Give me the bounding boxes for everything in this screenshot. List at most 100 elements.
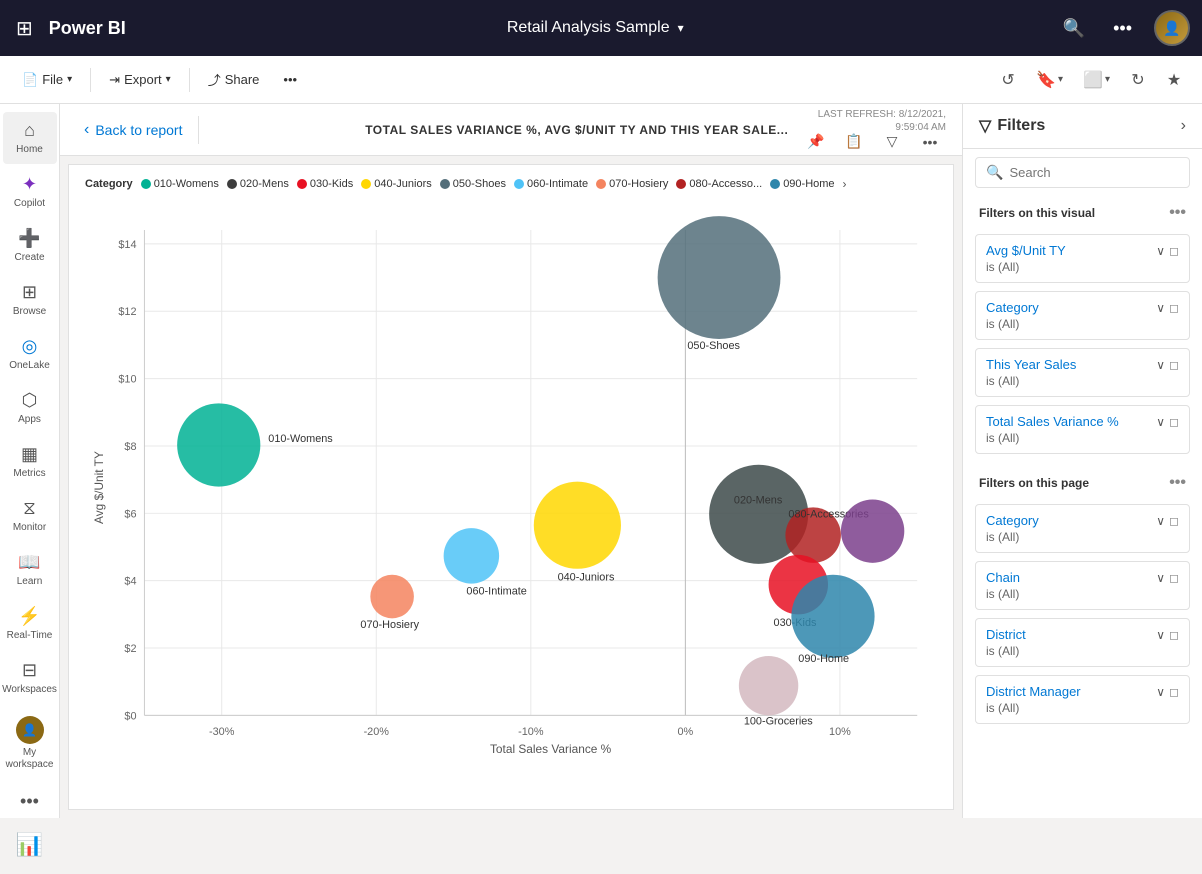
filter-chevron-tys[interactable]: ∨ [1156,358,1165,372]
filter-page-chain-header: Chain ∨ ◻ [986,570,1179,585]
filter-page-dist-value: is (All) [986,644,1179,658]
filter-clear-avg[interactable]: ◻ [1169,244,1179,258]
sidebar-item-metrics[interactable]: ▦ Metrics [3,436,57,488]
filter-search-input[interactable] [1009,165,1179,180]
filter-chevron-avg[interactable]: ∨ [1156,244,1165,258]
back-chevron-icon: ‹ [84,121,89,139]
filter-page-chain-name: Chain [986,570,1020,585]
filters-expand-icon[interactable]: › [1181,117,1186,135]
filter-clear-category[interactable]: ◻ [1169,301,1179,315]
filter-clear-tys[interactable]: ◻ [1169,358,1179,372]
file-button[interactable]: 📄 File ▾ [12,68,82,92]
filter-chevron-category[interactable]: ∨ [1156,301,1165,315]
sidebar-item-workspaces[interactable]: ⊟ Workspaces [3,652,57,704]
filter-page-dist-header: District ∨ ◻ [986,627,1179,642]
filter-page-chain-clear[interactable]: ◻ [1169,571,1179,585]
more-visual-icon[interactable]: ••• [914,126,946,158]
filter-page-chain[interactable]: Chain ∨ ◻ is (All) [975,561,1190,610]
home-icon: ⌂ [24,120,35,141]
bubble-home[interactable] [791,575,874,658]
filter-controls-avg: ∨ ◻ [1156,244,1179,258]
filter-page-dm-clear[interactable]: ◻ [1169,685,1179,699]
sidebar-item-home[interactable]: ⌂ Home [3,112,57,164]
filter-item-this-year-sales[interactable]: This Year Sales ∨ ◻ is (All) [975,348,1190,397]
export-button[interactable]: ⇥ Export ▾ [99,68,181,92]
bubble-hosiery[interactable] [370,575,414,619]
search-box[interactable]: 🔍 [975,157,1190,188]
back-to-report-button[interactable]: ‹ Back to report [76,117,190,143]
favorite-button[interactable]: ★ [1158,64,1190,96]
sidebar-item-browse[interactable]: ⊞ Browse [3,274,57,326]
filter-page-chain-chevron[interactable]: ∨ [1156,571,1165,585]
more-options-button[interactable]: ••• [273,68,307,91]
filter-page-district-manager[interactable]: District Manager ∨ ◻ is (All) [975,675,1190,724]
bookmark-button[interactable]: 🔖 ▾ [1028,66,1071,94]
page-filters-more-icon[interactable]: ••• [1169,474,1186,492]
legend-dot-mens [227,179,237,189]
sidebar-item-workspace[interactable]: 👤 My workspace [3,708,57,779]
nav-title-area: Retail Analysis Sample ▾ [146,19,1045,37]
share-icon: ⤴ [208,70,221,89]
bubble-purple[interactable] [841,499,904,562]
filter-icon[interactable]: ▽ [876,126,908,158]
chart-container: Category 010-Womens 020-Mens 030-Kids 04… [68,164,954,810]
sidebar-item-monitor[interactable]: ⧖ Monitor [3,490,57,542]
filter-clear-tsv[interactable]: ◻ [1169,415,1179,429]
legend-text-kids: 030-Kids [310,178,353,190]
filter-item-category[interactable]: Category ∨ ◻ is (All) [975,291,1190,340]
filter-page-dist-chevron[interactable]: ∨ [1156,628,1165,642]
visual-filters-more-icon[interactable]: ••• [1169,204,1186,222]
sidebar-item-copilot[interactable]: ✦ Copilot [3,166,57,218]
bubble-womens[interactable] [177,403,260,486]
main-content: ⌂ Home ✦ Copilot ➕ Create ⊞ Browse ◎ One… [0,104,1202,818]
legend-dot-shoes [440,179,450,189]
filter-page-category[interactable]: Category ∨ ◻ is (All) [975,504,1190,553]
toolbar-separator-1 [90,68,91,92]
y-tick-14: $14 [118,239,136,251]
legend-dot-womens [141,179,151,189]
filter-page-cat-chevron[interactable]: ∨ [1156,514,1165,528]
filter-page-district[interactable]: District ∨ ◻ is (All) [975,618,1190,667]
sidebar-item-powerbi-logo[interactable]: 📊 [3,824,57,866]
legend-label: Category [85,178,133,190]
grid-icon[interactable]: ⊞ [12,12,37,45]
filter-name-tys: This Year Sales [986,357,1076,372]
filter-page-cat-clear[interactable]: ◻ [1169,514,1179,528]
settings-button[interactable]: ••• [1107,14,1138,43]
filter-page-cat-value: is (All) [986,530,1179,544]
refresh-button[interactable]: ↻ [1122,64,1154,96]
bubble-shoes[interactable] [658,216,781,339]
user-avatar[interactable]: 👤 [1154,10,1190,46]
filter-chevron-tsv[interactable]: ∨ [1156,415,1165,429]
y-tick-10: $10 [118,374,136,386]
undo-button[interactable]: ↺ [992,64,1024,96]
legend-dot-kids [297,179,307,189]
bubble-intimate[interactable] [444,528,499,583]
title-chevron-icon[interactable]: ▾ [678,21,684,35]
legend-text-hosiery: 070-Hosiery [609,178,668,190]
toolbar-right: ↺ 🔖 ▾ ⬜ ▾ ↻ ★ [992,64,1190,96]
sidebar-item-create[interactable]: ➕ Create [3,220,57,272]
sidebar-item-learn[interactable]: 📖 Learn [3,544,57,596]
sidebar-item-apps[interactable]: ⬡ Apps [3,382,57,434]
filter-page-dm-chevron[interactable]: ∨ [1156,685,1165,699]
bubble-juniors[interactable] [534,482,621,569]
pin-icon[interactable]: 📌 [800,126,832,158]
sidebar-item-realtime[interactable]: ⚡ Real-Time [3,598,57,650]
legend-next-arrow[interactable]: › [843,177,847,191]
filter-item-avg-unit-ty[interactable]: Avg $/Unit TY ∨ ◻ is (All) [975,234,1190,283]
legend-dot-home [770,179,780,189]
copy-icon[interactable]: 📋 [838,126,870,158]
search-button[interactable]: 🔍 [1057,14,1091,43]
view-button[interactable]: ⬜ ▾ [1075,66,1118,94]
y-tick-8: $8 [124,441,136,453]
monitor-icon: ⧖ [23,498,36,519]
filter-item-total-sales-variance[interactable]: Total Sales Variance % ∨ ◻ is (All) [975,405,1190,454]
filter-page-cat-name: Category [986,513,1039,528]
sidebar-item-more[interactable]: ••• [3,783,57,820]
sidebar-item-onelake[interactable]: ◎ OneLake [3,328,57,380]
share-button[interactable]: ⤴ Share [198,66,270,93]
filter-name-category: Category [986,300,1039,315]
filter-page-dist-clear[interactable]: ◻ [1169,628,1179,642]
bubble-groceries[interactable] [739,656,798,715]
